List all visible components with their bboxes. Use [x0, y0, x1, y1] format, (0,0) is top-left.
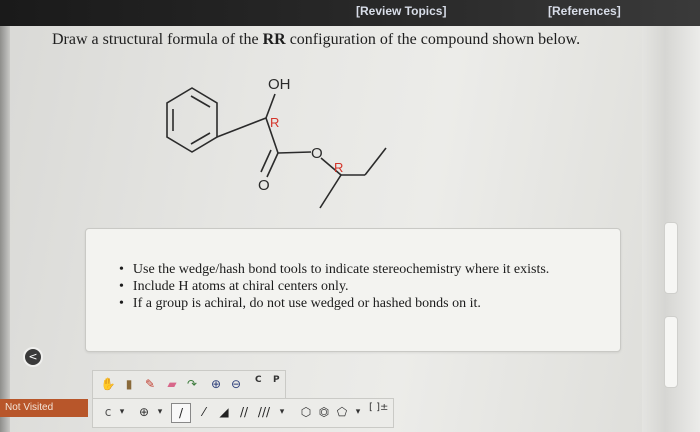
tool-p-button[interactable]: P — [273, 376, 280, 385]
wedge-bond-icon[interactable]: ◢ — [215, 403, 233, 421]
ring-hexagon-icon[interactable]: ⬡ — [297, 403, 315, 421]
instructions-box: Use the wedge/hash bond tools to indicat… — [85, 228, 621, 352]
bottle-icon[interactable]: ▮ — [120, 375, 138, 393]
single-bond-icon[interactable]: / — [171, 403, 191, 423]
triple-bond-icon[interactable]: /// — [255, 403, 273, 421]
stereo-label-r2: R — [334, 160, 343, 175]
bond-ring-to-stereocenter — [216, 117, 267, 138]
drawing-toolbar-bottom: c ▾ ⊕ ▾ / ⁄ ◢ // /// ▾ ⬡ ⏣ ⬠ ▾ [ ]± — [92, 398, 394, 428]
chevron-down-icon[interactable]: ▾ — [151, 403, 169, 421]
chevron-down-icon[interactable]: ▾ — [349, 403, 367, 421]
bond-ethyl-terminal — [364, 147, 387, 176]
ester-oxygen-label: O — [311, 145, 323, 162]
instruction-item: If a group is achiral, do not use wedged… — [119, 295, 549, 312]
instruction-item: Include H atoms at chiral centers only. — [119, 278, 549, 295]
bond-to-ester-oxygen — [277, 151, 312, 154]
instructions-list: Use the wedge/hash bond tools to indicat… — [119, 261, 549, 312]
benzene-ring — [166, 87, 218, 153]
hand-icon[interactable]: ✋ — [99, 375, 117, 393]
collapse-panel-button[interactable]: < — [23, 347, 43, 367]
not-visited-badge: Not Visited — [0, 399, 88, 417]
stereo-label-r1: R — [270, 115, 279, 130]
zoom-in-icon[interactable]: ⊕ — [207, 375, 225, 393]
pencil-icon[interactable]: ✎ — [141, 375, 159, 393]
carbonyl-oxygen-label: O — [258, 177, 270, 194]
hydroxyl-label: OH — [268, 76, 291, 93]
hash-bond-icon[interactable]: ⁄ — [195, 403, 213, 421]
chevron-down-icon[interactable]: ▾ — [113, 403, 131, 421]
instruction-item: Use the wedge/hash bond tools to indicat… — [119, 261, 549, 278]
arrow-icon[interactable]: ↷ — [183, 375, 201, 393]
bond-to-methyl — [319, 174, 342, 209]
molecule-structure: OH R O O R — [166, 76, 387, 209]
tool-c-button[interactable]: C — [255, 376, 262, 385]
ring-benzene-icon[interactable]: ⏣ — [315, 403, 333, 421]
double-bond-icon[interactable]: // — [235, 403, 253, 421]
zoom-out-icon[interactable]: ⊖ — [227, 375, 245, 393]
chevron-down-icon[interactable]: ▾ — [273, 403, 291, 421]
drawing-toolbar-top: ✋ ▮ ✎ ▰ ↷ ⊕ ⊖ C P — [92, 370, 286, 400]
carbonyl-double-bond — [260, 149, 272, 173]
template-bracket-button[interactable]: [ ]± — [369, 403, 388, 413]
eraser-icon[interactable]: ▰ — [163, 375, 181, 393]
